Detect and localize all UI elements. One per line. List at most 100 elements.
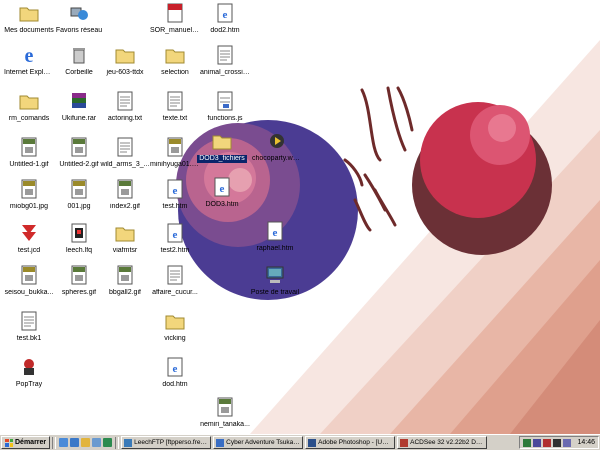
desktop-icon[interactable]: vicking [150, 310, 200, 343]
desktop-icon[interactable]: DOD3_fichiers [197, 130, 247, 163]
network-icon [68, 2, 90, 24]
desktop-icon-label: dod2.htm [210, 27, 240, 34]
desktop-icon[interactable]: e raphael.htm [250, 220, 300, 253]
taskbar-button[interactable]: ACDSee 32 v2.22b2 Dec ... [397, 436, 488, 449]
clock[interactable]: 14:46 [577, 439, 595, 446]
desktop-icon[interactable]: e dod2.htm [200, 2, 250, 35]
desktop-icon-label: minihyuga01.jpg [150, 161, 200, 168]
svg-text:e: e [273, 227, 278, 239]
gif-icon [68, 136, 90, 158]
desktop-icon-label: affaire_cucur... [152, 289, 198, 296]
desktop-icon-label: vicking [164, 335, 186, 342]
jpg-icon [18, 178, 40, 200]
desktop-icon[interactable]: Corbeille [54, 44, 104, 77]
svg-text:e: e [220, 183, 225, 195]
desktop-icon[interactable]: miobg01.jpg [4, 178, 54, 211]
text-file-icon [164, 90, 186, 112]
desktop-icon-label: nemiri_tanaka... [200, 421, 250, 428]
tray-monitor-icon[interactable] [553, 438, 562, 447]
desktop-icon[interactable]: 001.jpg [54, 178, 104, 211]
tray-app-icon[interactable] [543, 438, 552, 447]
desktop-icon[interactable]: rm_comands [4, 90, 54, 123]
desktop-icon-label: animal_crossin... [200, 69, 250, 76]
desktop-icon[interactable]: e test2.htm [150, 222, 200, 255]
desktop-icon[interactable]: test.bk1 [4, 310, 54, 343]
desktop-icon[interactable]: selection [150, 44, 200, 77]
desktop-icon[interactable]: functions.js [200, 90, 250, 123]
quicklaunch-browser-icon[interactable] [92, 438, 102, 447]
quicklaunch-outlook-icon[interactable] [81, 438, 91, 447]
desktop-icon-label: leech.lfq [65, 247, 93, 254]
app-icon [216, 438, 225, 447]
gif-icon [114, 264, 136, 286]
desktop-icon[interactable]: jeu-603-ttdx [100, 44, 150, 77]
svg-text:e: e [173, 229, 178, 241]
desktop-icon[interactable]: Favoris réseau [54, 2, 104, 35]
taskbar-button[interactable]: Adobe Photoshop - [Unti... [305, 436, 396, 449]
gif-icon [18, 136, 40, 158]
desktop-icon-label: spheres.gif [61, 289, 97, 296]
desktop-icon-label: selection [161, 69, 189, 76]
desktop-icon[interactable]: Untitled-2.gif [54, 136, 104, 169]
gif-icon [214, 396, 236, 418]
pdf-icon [164, 2, 186, 24]
desktop-icon-label: actoring.txt [107, 115, 143, 122]
desktop-icon[interactable]: animal_crossin... [200, 44, 250, 77]
svg-text:e: e [25, 45, 34, 66]
desktop-icon-label: test.bk1 [16, 335, 42, 342]
desktop-icon-label: DOD3.htm [205, 201, 239, 208]
desktop-icon[interactable]: PopTray [4, 356, 54, 389]
svg-text:e: e [223, 9, 228, 21]
taskbar-button-label: Adobe Photoshop - [Unti... [318, 439, 393, 446]
desktop-icon-label: dod.htm [162, 381, 188, 388]
taskbar-button[interactable]: LeechFTP [ftpperso.free.... [121, 436, 212, 449]
desktop-icon[interactable]: wild_arms_3_... [100, 136, 150, 169]
quicklaunch-app-icon[interactable] [103, 438, 113, 447]
tray-network-icon[interactable] [523, 438, 532, 447]
desktop-icon[interactable]: actoring.txt [100, 90, 150, 123]
desktop-icon[interactable]: nemiri_tanaka... [200, 396, 250, 429]
desktop-icon-label: miobg01.jpg [9, 203, 49, 210]
desktop-icon[interactable]: index2.gif [100, 178, 150, 211]
desktop-icon[interactable]: affaire_cucur... [150, 264, 200, 297]
text-file-icon [18, 310, 40, 332]
lfq-icon [68, 222, 90, 244]
desktop-icon-label: Internet Explorer [4, 69, 54, 76]
desktop-icon[interactable]: texte.txt [150, 90, 200, 123]
computer-icon [264, 264, 286, 286]
desktop-icon[interactable]: bbgall2.gif [100, 264, 150, 297]
desktop-icon[interactable]: e DOD3.htm [197, 176, 247, 209]
desktop-icon[interactable]: chocoparty.wmv [252, 130, 302, 163]
desktop-icon-label: Ukifune.rar [61, 115, 97, 122]
app-icon [124, 438, 133, 447]
app-icon [400, 438, 409, 447]
start-button[interactable]: Démarrer [1, 436, 51, 449]
desktop-icon[interactable]: e dod.htm [150, 356, 200, 389]
folder-icon [164, 310, 186, 332]
quicklaunch-desktop-icon[interactable] [59, 438, 69, 447]
jpg-icon [68, 178, 90, 200]
text-file-icon [114, 90, 136, 112]
desktop-icon[interactable]: e test.htm [150, 178, 200, 211]
desktop-icon[interactable]: spheres.gif [54, 264, 104, 297]
tray-mail-icon[interactable] [563, 438, 572, 447]
desktop-icon[interactable]: e Internet Explorer [4, 44, 54, 77]
desktop-icon[interactable]: Ukifune.rar [54, 90, 104, 123]
desktop-icon[interactable]: minihyuga01.jpg [150, 136, 200, 169]
quicklaunch-ie-icon[interactable] [70, 438, 80, 447]
desktop-icon[interactable]: Untitled-1.gif [4, 136, 54, 169]
desktop-icon[interactable]: viafmtsr [100, 222, 150, 255]
text-file-icon [164, 264, 186, 286]
desktop-icon-label: wild_arms_3_... [100, 161, 150, 168]
desktop-icon[interactable]: leech.lfq [54, 222, 104, 255]
desktop-icon[interactable]: SOR_manuel_... [150, 2, 200, 35]
desktop-icon[interactable]: test.jcd [4, 222, 54, 255]
taskbar-button[interactable]: Cyber Adventure Tsuka |... [213, 436, 304, 449]
desktop-icon-label: raphael.htm [256, 245, 294, 252]
desktop-icon[interactable]: Mes documents [4, 2, 54, 35]
desktop-icon[interactable]: seisou_bukka... [4, 264, 54, 297]
jpg-icon [164, 136, 186, 158]
desktop-icon[interactable]: Poste de travail [250, 264, 300, 297]
tray-volume-icon[interactable] [533, 438, 542, 447]
desktop-icon-label: test.jcd [17, 247, 41, 254]
